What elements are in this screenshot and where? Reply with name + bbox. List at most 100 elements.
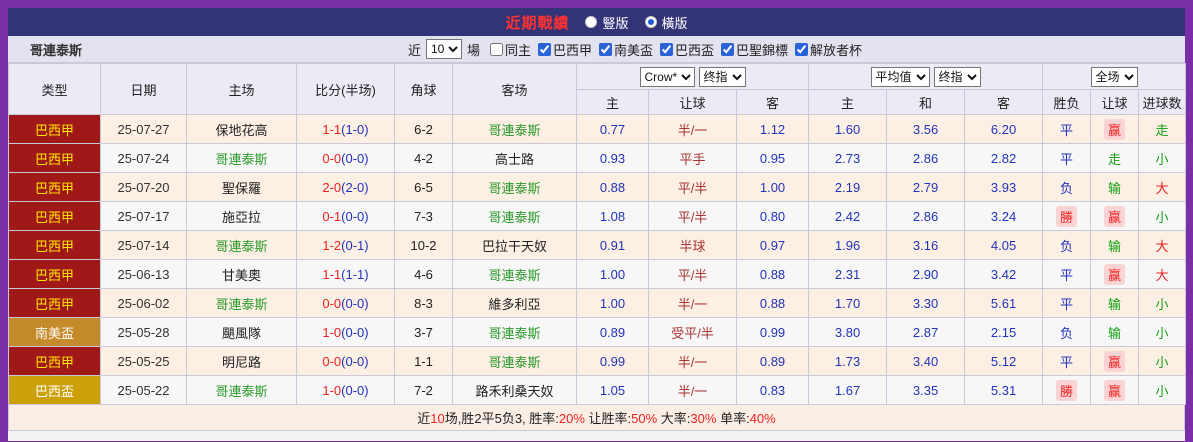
league-filter-checkbox[interactable]: 同主 [490, 40, 531, 59]
result-handicap-cell: 赢 [1091, 115, 1139, 144]
half-score: (1-1) [341, 267, 368, 282]
league-cell: 巴西甲 [9, 144, 101, 173]
corner-cell: 3-7 [395, 318, 453, 347]
checkbox-label: 同主 [505, 40, 531, 59]
asian-away-odds-cell: 0.97 [737, 231, 809, 260]
result-badge: 输 [1107, 323, 1123, 342]
date-cell: 25-05-22 [101, 376, 187, 405]
euro-home-odds-cell: 1.96 [809, 231, 887, 260]
asian-away-odds-cell: 0.95 [737, 144, 809, 173]
checkbox-input[interactable] [538, 43, 551, 56]
league-filter-checkbox[interactable]: 巴西盃 [660, 40, 714, 59]
checkbox-input[interactable] [660, 43, 673, 56]
score-cell: 1-1(1-0) [297, 115, 395, 144]
league-filter-checkbox[interactable]: 巴聖錦標 [721, 40, 788, 59]
match-row: 巴西甲25-07-20聖保羅2-0(2-0)6-5哥連泰斯0.88平/半1.00… [9, 173, 1186, 202]
away-team-cell: 哥連泰斯 [453, 115, 577, 144]
score-cell: 0-0(0-0) [297, 144, 395, 173]
away-team-cell: 哥連泰斯 [453, 173, 577, 202]
league-filter-checkbox[interactable]: 解放者杯 [795, 40, 862, 59]
half-score: (2-0) [341, 180, 368, 195]
score-cell: 1-0(0-0) [297, 318, 395, 347]
euro-draw-odds-cell: 2.87 [887, 318, 965, 347]
filters-group: 近 10 場 同主巴西甲南美盃巴西盃巴聖錦標解放者杯 [405, 39, 862, 59]
away-team-cell: 巴拉干天奴 [453, 231, 577, 260]
result-badge: 平 [1059, 120, 1075, 139]
radio-label-vertical: 豎版 [602, 13, 628, 32]
full-score: 0-1 [322, 209, 341, 224]
match-row: 巴西甲25-06-02哥連泰斯0-0(0-0)8-3維多利亞1.00半/一0.8… [9, 289, 1186, 318]
radio-label-horizontal: 橫版 [662, 13, 688, 32]
league-cell: 巴西甲 [9, 202, 101, 231]
header-date: 日期 [101, 64, 187, 115]
result-badge: 赢 [1104, 351, 1125, 372]
checkbox-input[interactable] [599, 43, 612, 56]
asian-home-odds-cell: 0.91 [577, 231, 649, 260]
asian-company-select[interactable]: Crow* [640, 67, 695, 87]
asian-away-odds-cell: 0.80 [737, 202, 809, 231]
result-badge: 小 [1154, 207, 1170, 226]
summary-segment: 30% [690, 411, 716, 426]
euro-draw-odds-cell: 2.86 [887, 144, 965, 173]
asian-away-odds-cell: 0.89 [737, 347, 809, 376]
euro-company-select[interactable]: 平均值 [871, 67, 930, 87]
corner-cell: 4-6 [395, 260, 453, 289]
corner-cell: 7-3 [395, 202, 453, 231]
home-team-cell: 哥連泰斯 [187, 289, 297, 318]
result-badge: 赢 [1104, 119, 1125, 140]
header-result-handicap: 让球 [1091, 90, 1139, 115]
result-goals-cell: 大 [1139, 173, 1186, 202]
league-cell: 巴西甲 [9, 289, 101, 318]
date-cell: 25-05-28 [101, 318, 187, 347]
euro-home-odds-cell: 2.19 [809, 173, 887, 202]
result-wdl-cell: 勝 [1043, 376, 1091, 405]
header-euro-home: 主 [809, 90, 887, 115]
asian-home-odds-cell: 0.89 [577, 318, 649, 347]
result-handicap-cell: 走 [1091, 144, 1139, 173]
score-cell: 1-1(1-1) [297, 260, 395, 289]
euro-away-odds-cell: 3.93 [965, 173, 1043, 202]
score-cell: 2-0(2-0) [297, 173, 395, 202]
header-home: 主场 [187, 64, 297, 115]
games-count-select[interactable]: 10 [426, 39, 462, 59]
header-type: 类型 [9, 64, 101, 115]
league-filter-checkbox[interactable]: 南美盃 [599, 40, 653, 59]
checkbox-input[interactable] [795, 43, 808, 56]
title-bar: 近期戰績 豎版 橫版 [8, 8, 1185, 36]
away-team-cell: 哥連泰斯 [453, 260, 577, 289]
asian-handicap-cell: 平手 [649, 144, 737, 173]
date-cell: 25-05-25 [101, 347, 187, 376]
half-score: (0-0) [341, 209, 368, 224]
asian-away-odds-cell: 0.83 [737, 376, 809, 405]
header-asian-home: 主 [577, 90, 649, 115]
vertical-layout-radio[interactable]: 豎版 [585, 13, 628, 32]
match-row: 南美盃25-05-28颶風隊1-0(0-0)3-7哥連泰斯0.89受平/半0.9… [9, 318, 1186, 347]
bottom-strip [8, 431, 1185, 441]
results-table: 类型 日期 主场 比分(半场) 角球 客场 Crow* 终指 平均值 终指 [8, 63, 1186, 405]
asian-home-odds-cell: 0.88 [577, 173, 649, 202]
asian-handicap-cell: 半/一 [649, 347, 737, 376]
checkbox-input[interactable] [721, 43, 734, 56]
full-score: 1-1 [322, 122, 341, 137]
asian-time-select[interactable]: 终指 [699, 67, 746, 87]
asian-home-odds-cell: 0.99 [577, 347, 649, 376]
home-team-cell: 保地花高 [187, 115, 297, 144]
horizontal-layout-radio[interactable]: 橫版 [645, 13, 688, 32]
euro-away-odds-cell: 3.24 [965, 202, 1043, 231]
scope-select[interactable]: 全场 [1091, 67, 1138, 87]
league-filter-checkbox[interactable]: 巴西甲 [538, 40, 592, 59]
home-team-cell: 颶風隊 [187, 318, 297, 347]
result-badge: 输 [1107, 236, 1123, 255]
date-cell: 25-07-20 [101, 173, 187, 202]
score-cell: 0-0(0-0) [297, 347, 395, 376]
asian-handicap-cell: 平/半 [649, 260, 737, 289]
euro-time-select[interactable]: 终指 [934, 67, 981, 87]
full-score: 1-0 [322, 383, 341, 398]
full-score: 0-0 [322, 151, 341, 166]
checkbox-input[interactable] [490, 43, 503, 56]
euro-draw-odds-cell: 3.30 [887, 289, 965, 318]
radio-dot [648, 19, 654, 25]
score-cell: 1-0(0-0) [297, 376, 395, 405]
home-team-cell: 聖保羅 [187, 173, 297, 202]
summary-segment: 单率: [716, 411, 749, 426]
